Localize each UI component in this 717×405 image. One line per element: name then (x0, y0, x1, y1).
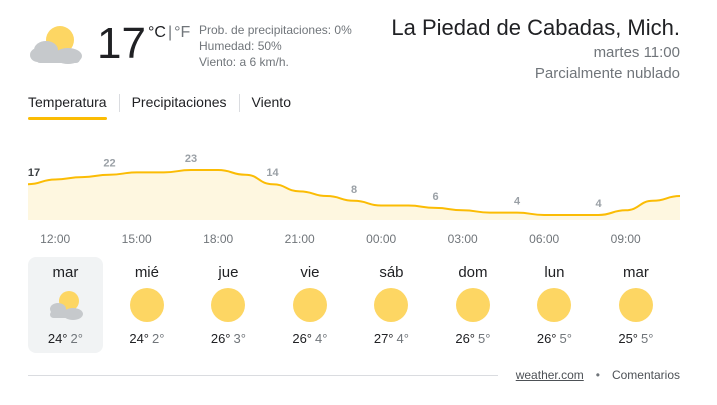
day-low: 3° (233, 331, 246, 346)
day-temperatures: 25° 5° (599, 331, 674, 346)
day-temperatures: 26° 5° (517, 331, 592, 346)
sun-icon (618, 288, 653, 322)
day-name: sáb (379, 264, 404, 281)
tab-divider (118, 94, 120, 112)
day-card[interactable]: mar 25° 5° (599, 257, 674, 353)
day-high: 24° (47, 331, 68, 346)
footer-separator: • (595, 368, 600, 382)
day-temperatures: 26° 5° (436, 331, 511, 346)
weather-header: 17 °C | °F Prob. de precipitaciones: 0% Hu… (0, 0, 717, 90)
data-label: 14 (266, 167, 279, 179)
x-tick-label: 15:00 (122, 232, 152, 246)
day-high: 26° (536, 331, 557, 346)
location-time: martes 11:00 (593, 44, 680, 61)
day-low: 5° (641, 331, 654, 346)
day-high: 26° (210, 331, 231, 346)
data-label: 8 (351, 184, 357, 196)
current-temperature: 17 (97, 19, 146, 68)
day-name: vie (300, 264, 320, 281)
day-card[interactable]: sáb 27° 4° (354, 257, 429, 353)
partly-cloudy-icon (30, 26, 82, 64)
data-label: 6 (432, 191, 438, 203)
day-low: 5° (559, 331, 572, 346)
sun-icon (537, 288, 572, 322)
data-label: 4 (514, 196, 521, 208)
day-card[interactable]: lun 26° 5° (517, 257, 592, 353)
day-high: 24° (129, 331, 150, 346)
x-tick-label: 06:00 (529, 232, 559, 246)
day-name: mar (622, 264, 649, 281)
data-label: 23 (185, 153, 197, 165)
day-name: lun (544, 264, 565, 281)
day-card[interactable]: mié 24° 2° (110, 257, 185, 353)
data-label: 17 (28, 167, 40, 179)
x-tick-label: 18:00 (203, 232, 233, 246)
current-details: Prob. de precipitaciones: 0% Humedad: 50… (199, 22, 352, 70)
tab-wind[interactable]: Viento (252, 92, 291, 120)
day-low: 4° (396, 331, 409, 346)
day-card[interactable]: mar 24° 2° (28, 257, 103, 353)
footer: weather.com • Comentarios (516, 368, 680, 382)
day-name: mié (134, 264, 159, 281)
source-link[interactable]: weather.com (516, 368, 584, 382)
day-card[interactable]: vie 26° 4° (273, 257, 348, 353)
tab-temperature[interactable]: Temperatura (28, 92, 107, 120)
temperature-chart[interactable]: 17 22 23 14 8 6 4 4 12:00 15:00 18:00 21:00 00:00 03:… (0, 140, 717, 250)
day-temperatures: 24° 2° (28, 331, 103, 346)
sun-icon (211, 288, 246, 322)
day-low: 5° (478, 331, 491, 346)
day-high: 25° (618, 331, 639, 346)
temperature-chart-svg: 17 22 23 14 8 6 4 4 12:00 15:00 18:00 21:00 00:00 03:… (28, 153, 681, 246)
day-high: 26° (455, 331, 476, 346)
sun-icon (374, 288, 409, 322)
x-tick-label: 03:00 (448, 232, 478, 246)
day-temperatures: 26° 3° (191, 331, 266, 346)
day-name: dom (458, 264, 488, 281)
x-tick-label: 00:00 (366, 232, 396, 246)
data-label: 22 (103, 158, 115, 170)
forecast-tabs: Temperatura Precipitaciones Viento (28, 92, 291, 120)
day-name: mar (52, 264, 79, 281)
x-tick-label: 21:00 (285, 232, 315, 246)
fahrenheit-button[interactable]: °F (174, 24, 190, 41)
location-block: La Piedad de Cabadas, Mich. martes 11:00… (391, 14, 680, 84)
day-name: jue (218, 264, 239, 281)
sun-icon (292, 288, 327, 322)
unit-separator: | (167, 24, 173, 41)
x-tick-label: 09:00 (611, 232, 641, 246)
sun-icon (129, 288, 164, 322)
footer-divider (28, 375, 498, 376)
day-card[interactable]: dom 26° 5° (436, 257, 511, 353)
humidity-text: Humedad: 50% (199, 39, 282, 53)
day-temperatures: 27° 4° (354, 331, 429, 346)
x-tick-label: 12:00 (40, 232, 70, 246)
daily-forecast: mar 24° 2° mié 24° 2° jue 26° 3° vie 26° 4° sáb 27° 4°… (28, 257, 680, 353)
tab-precipitation[interactable]: Precipitaciones (132, 92, 227, 120)
tab-divider (238, 94, 240, 112)
day-temperatures: 24° 2° (110, 331, 185, 346)
day-low: 2° (152, 331, 165, 346)
partly-cloudy-icon (50, 291, 84, 320)
celsius-button[interactable]: °C (148, 24, 166, 41)
feedback-link[interactable]: Comentarios (612, 368, 680, 382)
day-low: 4° (315, 331, 328, 346)
precipitation-text: Prob. de precipitaciones: 0% (199, 23, 352, 37)
sun-icon (455, 288, 490, 322)
location-condition: Parcialmente nublado (534, 65, 680, 82)
day-temperatures: 26° 4° (273, 331, 348, 346)
day-high: 27° (373, 331, 394, 346)
data-label: 4 (595, 198, 602, 210)
location-name: La Piedad de Cabadas, Mich. (391, 15, 680, 40)
unit-toggle: °C | °F (148, 24, 190, 42)
day-card[interactable]: jue 26° 3° (191, 257, 266, 353)
day-high: 26° (292, 331, 313, 346)
day-low: 2° (70, 331, 83, 346)
wind-text: Viento: a 6 km/h. (199, 55, 289, 69)
